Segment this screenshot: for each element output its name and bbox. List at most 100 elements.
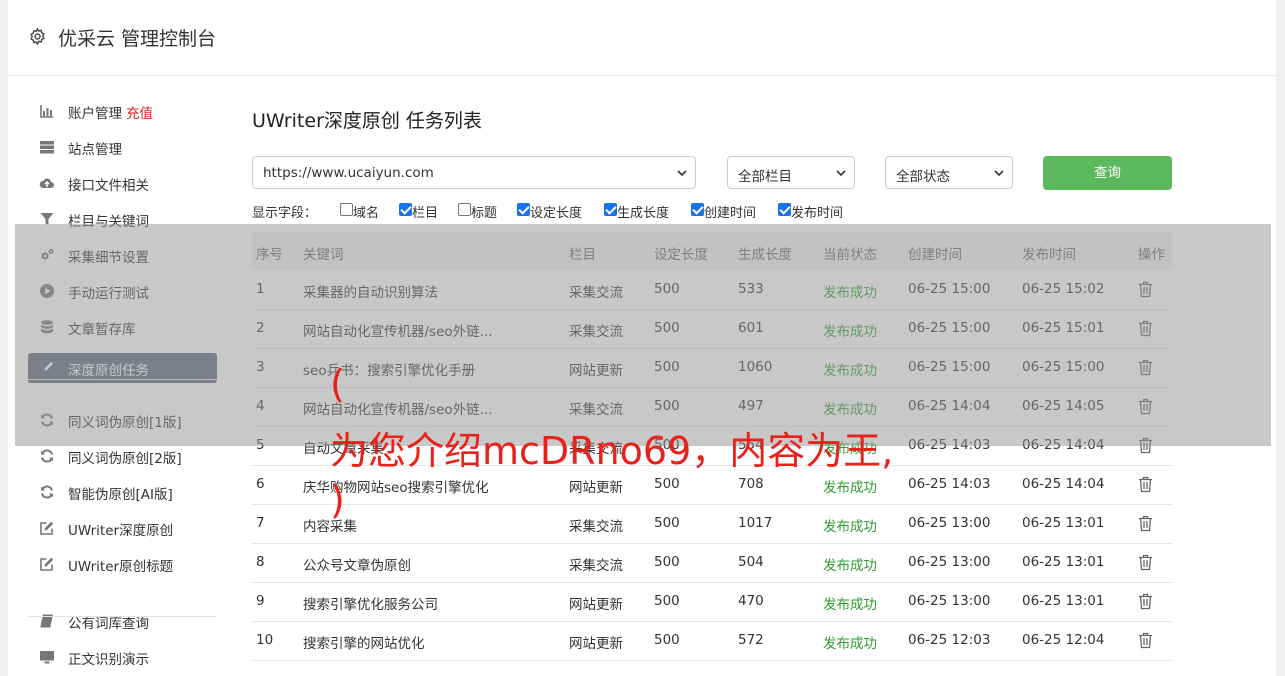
table-cell: 708: [738, 476, 764, 492]
table-cell[interactable]: 公众号文章伪原创: [303, 554, 411, 574]
field-checkbox-3[interactable]: [458, 203, 471, 216]
field-checkbox-label: 域名: [353, 206, 380, 221]
sidebar-item-label: 正文识别演示: [68, 652, 149, 668]
trash-icon[interactable]: [1138, 632, 1153, 649]
sidebar-item-label: 账户管理 充值: [68, 106, 153, 122]
table-cell: 06-25 13:01: [1022, 593, 1105, 609]
table-cell[interactable]: 搜索引擎的网站优化: [303, 632, 425, 652]
table-cell: 发布成功: [823, 597, 877, 613]
watermark-line-2: 为您介绍mcDRno69，内容为王,: [330, 429, 894, 473]
table-cell: 10: [256, 632, 274, 648]
page-title: UWriter深度原创 任务列表: [252, 110, 482, 132]
sidebar-item-1[interactable]: 账户管理 充值: [28, 96, 217, 126]
top-header: 优采云 管理控制台: [8, 0, 1276, 76]
refresh-icon: [39, 484, 55, 500]
table-cell[interactable]: 搜索引擎优化服务公司: [303, 593, 438, 613]
field-checkbox-label: 设定长度: [530, 206, 583, 221]
display-fields-label: 显示字段：: [252, 206, 318, 221]
sidebar-item-14[interactable]: 公有词库查询: [28, 606, 217, 636]
field-checkbox-label: 生成长度: [617, 206, 670, 221]
table-cell: 发布成功: [823, 480, 877, 496]
sidebar-item-label: 同义词伪原创[2版]: [68, 451, 182, 467]
field-checkbox-4[interactable]: [517, 203, 530, 216]
trash-icon[interactable]: [1138, 476, 1153, 493]
sidebar-divider: [28, 616, 217, 617]
table-cell: 采集交流: [569, 558, 623, 574]
table-cell: 06-25 13:00: [908, 515, 991, 531]
sidebar-item-label: 站点管理: [68, 142, 122, 158]
table-cell: 06-25 13:00: [908, 554, 991, 570]
field-checkbox-1[interactable]: [340, 203, 353, 216]
table-cell: 06-25 13:00: [908, 593, 991, 609]
gear-icon: [30, 27, 45, 46]
table-cell: 500: [654, 593, 680, 609]
status-select[interactable]: 全部状态: [885, 156, 1013, 189]
table-cell: 500: [654, 554, 680, 570]
recharge-badge[interactable]: 充值: [126, 106, 153, 122]
sidebar-item-13[interactable]: UWriter原创标题: [28, 549, 217, 579]
table-cell: 发布成功: [823, 558, 877, 574]
sidebar-item-label: UWriter深度原创: [68, 523, 174, 539]
table-cell: 470: [738, 593, 764, 609]
trash-icon[interactable]: [1138, 593, 1153, 610]
refresh-icon: [39, 448, 55, 464]
sidebar-item-label: 接口文件相关: [68, 178, 149, 194]
table-cell: 06-25 13:01: [1022, 515, 1105, 531]
monitor-icon: [39, 649, 55, 665]
sidebar-item-3[interactable]: 接口文件相关: [28, 168, 217, 198]
status-select-value: 全部状态: [896, 169, 950, 185]
table-cell: 1017: [738, 515, 773, 531]
console-title: 优采云 管理控制台: [58, 28, 217, 50]
cloud-upload-icon: [39, 175, 55, 191]
trash-icon[interactable]: [1138, 515, 1153, 532]
table-cell: 网站更新: [569, 597, 623, 613]
field-checkbox-5[interactable]: [604, 203, 617, 216]
table-cell: 7: [256, 515, 265, 531]
table-cell: 06-25 13:01: [1022, 554, 1105, 570]
sidebar-item-label: 公有词库查询: [68, 616, 149, 632]
table-row: 10 搜索引擎的网站优化 网站更新 500 572 发布成功 06-25 12:03 06-2…: [252, 621, 1172, 661]
table-cell: 9: [256, 593, 265, 609]
column-select-value: 全部栏目: [738, 169, 792, 185]
sidebar-item-label: 智能伪原创[AI版]: [68, 487, 173, 503]
site-select[interactable]: https://www.ucaiyun.com: [252, 156, 696, 189]
table-cell: 发布成功: [823, 636, 877, 652]
site-select-value: https://www.ucaiyun.com: [263, 165, 434, 181]
table-cell: 网站更新: [569, 636, 623, 652]
sidebar-item-2[interactable]: 站点管理: [28, 132, 217, 162]
table-cell: 500: [654, 632, 680, 648]
bar-chart-icon: [39, 103, 55, 119]
table-row: 8 公众号文章伪原创 采集交流 500 504 发布成功 06-25 13:00 06-25 …: [252, 543, 1172, 583]
table-cell: 500: [654, 515, 680, 531]
watermark-line-1: (: [330, 362, 345, 406]
watermark-line-3: ): [330, 478, 345, 522]
field-checkbox-label: 创建时间: [704, 206, 757, 221]
sidebar-item-label: UWriter原创标题: [68, 559, 174, 575]
table-cell: 06-25 12:04: [1022, 632, 1105, 648]
sidebar-item-12[interactable]: UWriter深度原创: [28, 513, 217, 543]
chevron-down-icon: [836, 170, 846, 177]
trash-icon[interactable]: [1138, 554, 1153, 571]
sidebar-item-15[interactable]: 正文识别演示: [28, 642, 217, 672]
table-cell: 发布成功: [823, 519, 877, 535]
chevron-down-icon: [677, 170, 687, 177]
sidebar-item-11[interactable]: 智能伪原创[AI版]: [28, 477, 217, 507]
query-button[interactable]: 查询: [1043, 156, 1172, 190]
field-checkbox-label: 发布时间: [791, 206, 844, 221]
table-cell: 504: [738, 554, 764, 570]
table-cell: 500: [654, 476, 680, 492]
edit-icon: [39, 520, 55, 536]
field-checkbox-6[interactable]: [691, 203, 704, 216]
field-checkbox-2[interactable]: [399, 203, 412, 216]
table-cell: 06-25 12:03: [908, 632, 991, 648]
table-cell: 采集交流: [569, 519, 623, 535]
field-checkbox-7[interactable]: [778, 203, 791, 216]
table-cell: 8: [256, 554, 265, 570]
edit-icon: [39, 556, 55, 572]
column-select[interactable]: 全部栏目: [727, 156, 855, 189]
table-cell: 06-25 14:04: [1022, 476, 1105, 492]
table-row: 9 搜索引擎优化服务公司 网站更新 500 470 发布成功 06-25 13:00 06-2…: [252, 582, 1172, 622]
server-icon: [39, 139, 55, 155]
field-checkbox-label: 栏目: [412, 206, 439, 221]
chevron-down-icon: [994, 170, 1004, 177]
